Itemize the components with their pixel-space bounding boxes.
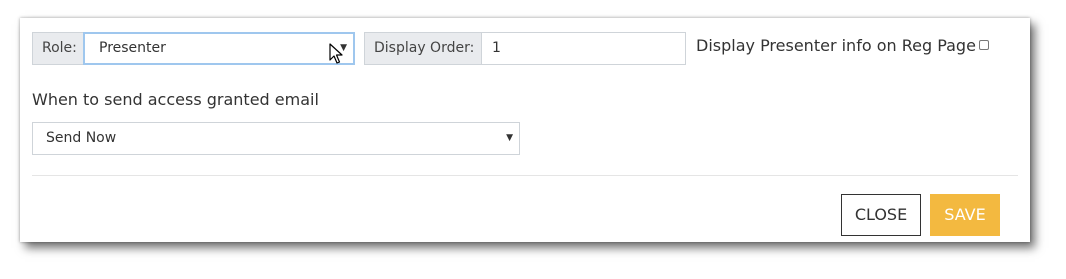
role-select[interactable]: Presenter ▼	[83, 32, 355, 65]
role-label: Role:	[32, 32, 84, 65]
close-button[interactable]: CLOSE	[841, 194, 921, 236]
display-order-input[interactable]: 1	[481, 32, 686, 65]
access-email-select-value: Send Now	[46, 130, 117, 146]
access-email-select[interactable]: Send Now ▼	[32, 122, 520, 155]
save-button[interactable]: SAVE	[930, 194, 1000, 236]
divider	[32, 175, 1018, 176]
display-presenter-label: Display Presenter info on Reg Page	[696, 36, 976, 55]
role-select-value: Presenter	[99, 40, 166, 56]
dialog: Role: Presenter ▼ Display Order: 1 Displ…	[20, 18, 1030, 242]
caret-down-icon: ▼	[506, 133, 513, 143]
display-presenter-checkbox[interactable]	[979, 40, 989, 50]
display-order-label: Display Order:	[364, 32, 482, 65]
access-email-label: When to send access granted email	[32, 90, 319, 109]
mouse-pointer-icon	[329, 43, 343, 64]
